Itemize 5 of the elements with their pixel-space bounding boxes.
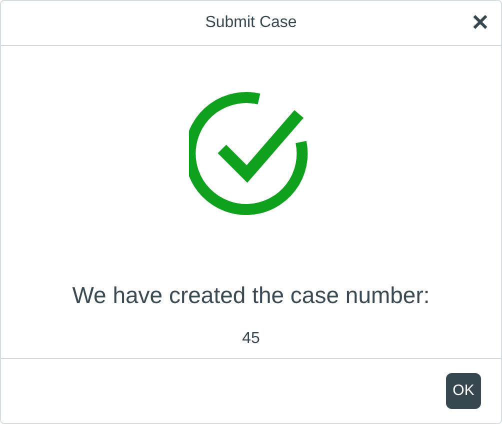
ok-button[interactable]: OK: [446, 373, 481, 409]
dialog-title: Submit Case: [205, 13, 297, 33]
case-number: 45: [242, 328, 260, 348]
close-button[interactable]: ✕: [471, 9, 489, 37]
message-text: We have created the case number:: [72, 281, 430, 310]
